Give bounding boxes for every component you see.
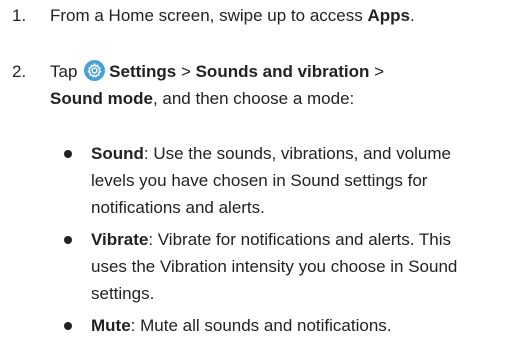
sound-mode-label: Sound mode	[50, 89, 153, 108]
mode-desc-line: notifications and alerts.	[91, 198, 265, 217]
settings-label: Settings	[109, 62, 177, 81]
step-1-text: From a Home screen, swipe up to access A…	[50, 2, 513, 29]
mode-desc-line: : Use the sounds, vibrations, and volume	[143, 144, 452, 163]
mode-name: Vibrate	[91, 230, 149, 249]
apps-label: Apps	[367, 6, 410, 25]
mode-name: Mute	[91, 316, 131, 335]
step-1-prefix: From a Home screen, swipe up to access	[50, 6, 368, 25]
settings-gear-icon	[84, 60, 106, 81]
mode-desc-line: : Mute all sounds and notifications.	[130, 316, 392, 335]
list-item-text: Sound: Use the sounds, vibrations, and v…	[91, 140, 513, 221]
mode-desc-line: settings.	[91, 284, 155, 303]
separator: >	[369, 62, 385, 81]
bullet-icon	[64, 150, 72, 158]
instructions-document: 1. From a Home screen, swipe up to acces…	[0, 0, 523, 346]
step-2-line-1: Tap Settings > Sounds and vibration >	[50, 58, 513, 85]
mode-desc-line: levels you have chosen in Sound settings…	[91, 171, 428, 190]
list-item-text: Vibrate: Vibrate for notifications and a…	[91, 226, 513, 307]
separator: >	[176, 62, 196, 81]
step-number: 1.	[12, 6, 27, 25]
step-2-suffix: , and then choose a mode:	[152, 89, 355, 108]
list-item-text: Mute: Mute all sounds and notifications.	[91, 312, 513, 339]
step-number: 2.	[12, 62, 27, 81]
step-2-text: Tap Settings > Sounds and vibration > So…	[50, 58, 513, 112]
mode-desc-line: : Vibrate for notifications and alerts. …	[148, 230, 452, 249]
tap-word: Tap	[50, 62, 78, 81]
mode-desc-line: uses the Vibration intensity you choose …	[91, 257, 458, 276]
step-2-line-2: Sound mode, and then choose a mode:	[50, 85, 513, 112]
mode-name: Sound	[91, 144, 144, 163]
step-1-suffix: .	[409, 6, 415, 25]
sounds-vibration-label: Sounds and vibration	[195, 62, 370, 81]
bullet-icon	[64, 322, 72, 330]
bullet-icon	[64, 236, 72, 244]
